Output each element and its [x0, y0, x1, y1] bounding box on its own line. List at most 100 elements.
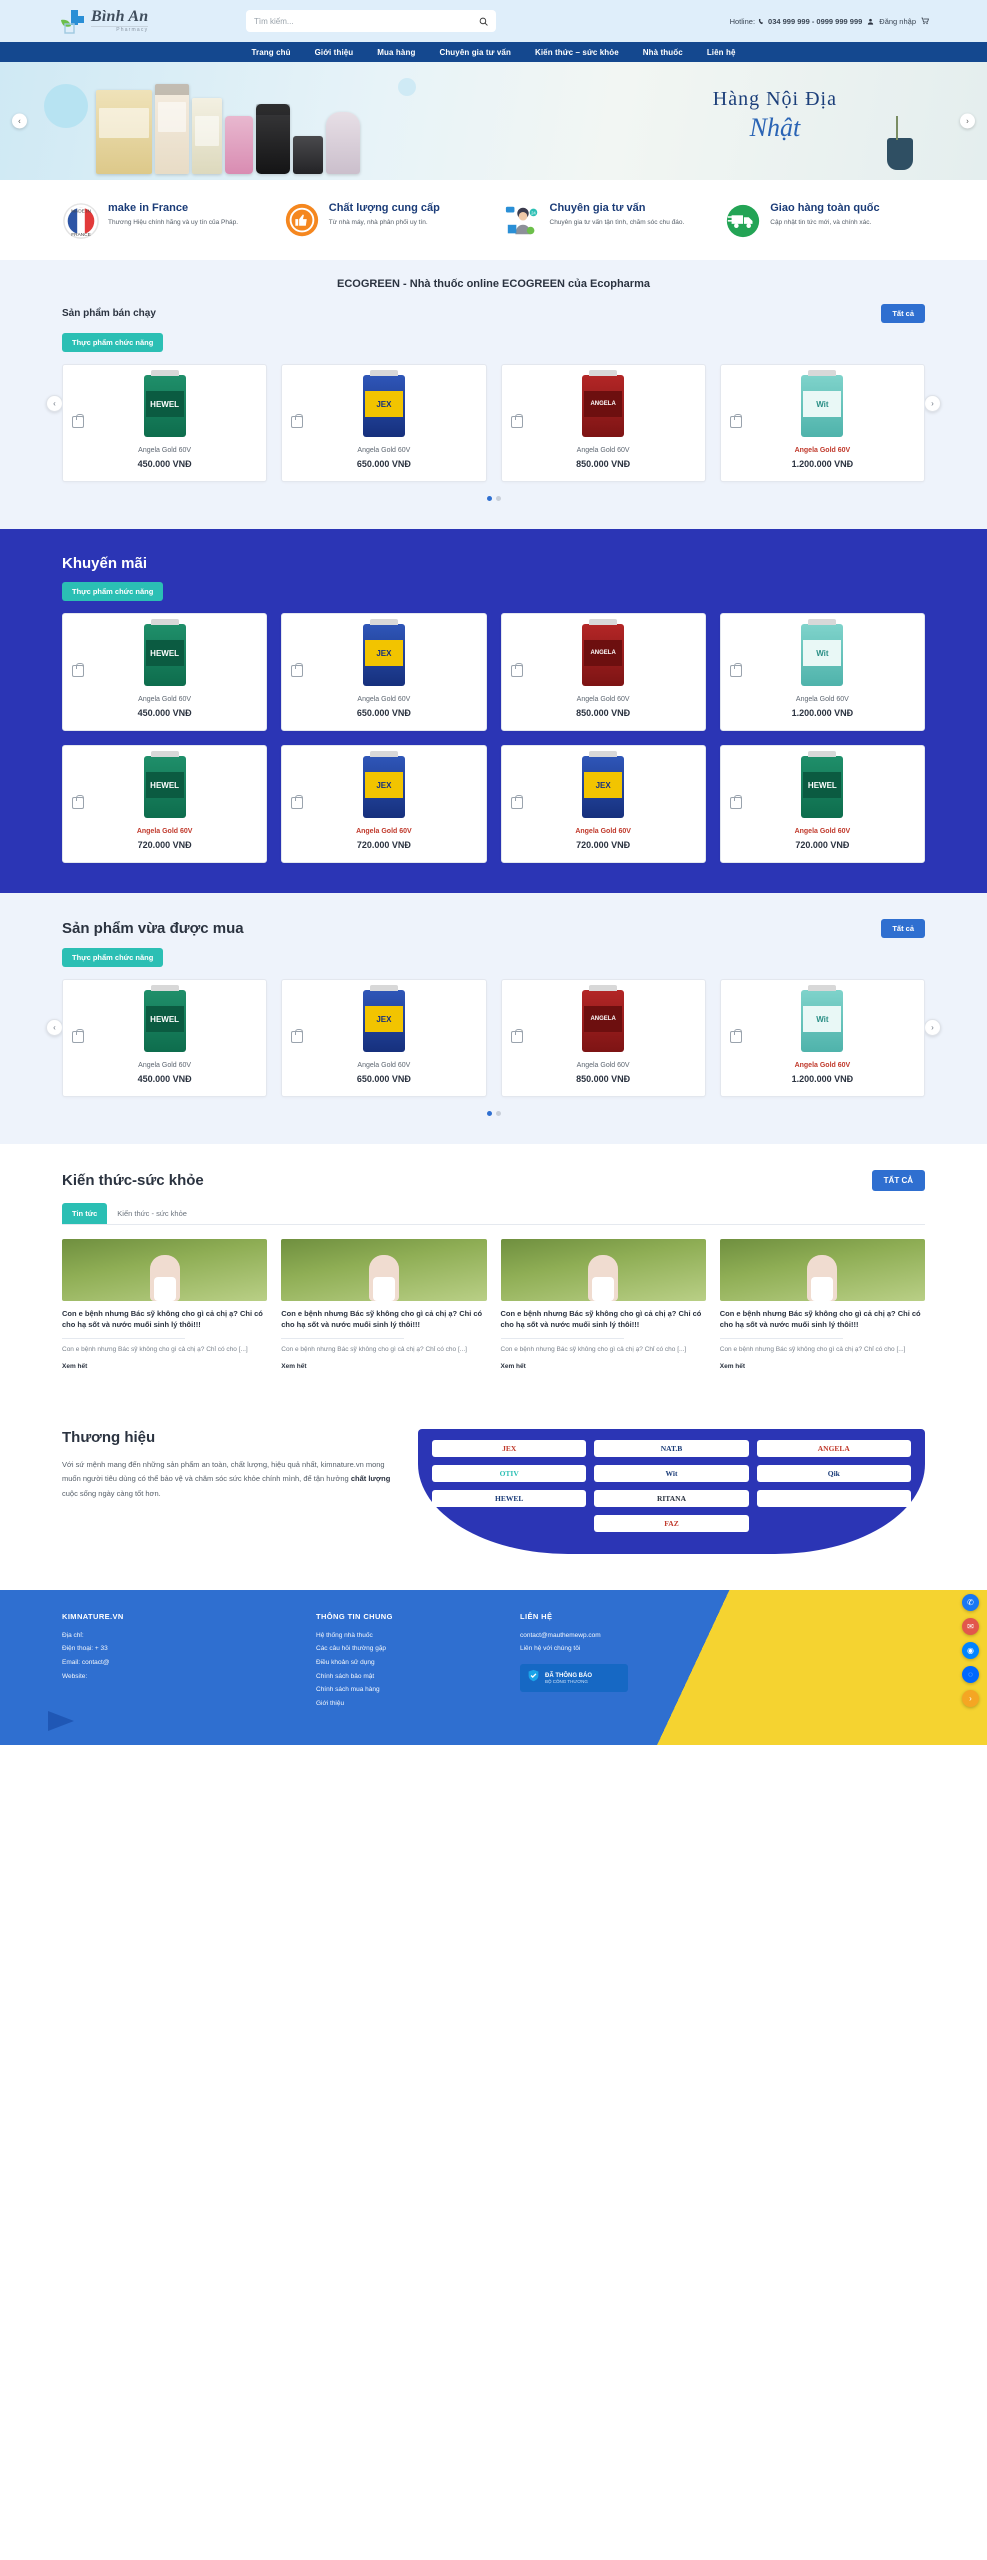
news-card[interactable]: Con e bệnh nhưng Bác sỹ không cho gì cả …: [500, 1239, 706, 1373]
brand-logo[interactable]: Wit: [594, 1464, 749, 1482]
category-chip-supplements[interactable]: Thực phẩm chức năng: [62, 333, 164, 352]
carousel-dot[interactable]: [495, 496, 501, 501]
product-card[interactable]: JEX Angela Gold 60V 650.000 VNĐ: [281, 613, 487, 731]
product-card[interactable]: ANGELA Angela Gold 60V 850.000 VNĐ: [500, 613, 706, 731]
recent-prev-button[interactable]: ‹: [46, 1018, 63, 1036]
add-to-cart-icon[interactable]: [72, 663, 84, 678]
add-to-cart-icon[interactable]: [729, 663, 742, 678]
footer-link[interactable]: Liên hệ với chúng tôi: [520, 1642, 925, 1656]
add-to-cart-icon[interactable]: [291, 663, 304, 678]
category-chip-supplements[interactable]: Thực phẩm chức năng: [62, 582, 164, 601]
view-all-button[interactable]: Tất cả: [881, 304, 925, 323]
nav-item-lien-he[interactable]: Liên hệ: [707, 48, 736, 57]
product-card[interactable]: HEWEL Angela Gold 60V 450.000 VNĐ: [62, 364, 268, 482]
add-to-cart-icon[interactable]: [291, 795, 304, 810]
nav-item-mua-hang[interactable]: Mua hàng: [377, 48, 415, 57]
add-to-cart-icon[interactable]: [72, 795, 84, 810]
product-card[interactable]: JEX Angela Gold 60V 650.000 VNĐ: [281, 364, 487, 482]
nav-item-kien-thuc-suc-khoe[interactable]: Kiến thức – sức khỏe: [535, 48, 619, 57]
news-card[interactable]: Con e bệnh nhưng Bác sỹ không cho gì cả …: [281, 1239, 487, 1373]
product-card[interactable]: ANGELA Angela Gold 60V 850.000 VNĐ: [500, 979, 706, 1097]
read-more-link[interactable]: Xem hết: [281, 1363, 306, 1370]
zalo-icon[interactable]: ◌: [962, 1665, 979, 1683]
search-icon[interactable]: [479, 17, 488, 26]
product-card[interactable]: JEX Angela Gold 60V 720.000 VNĐ: [500, 745, 706, 863]
hero-prev-button[interactable]: ‹: [12, 113, 27, 129]
category-chip-supplements[interactable]: Thực phẩm chức năng: [62, 948, 164, 967]
product-card[interactable]: ANGELA Angela Gold 60V 850.000 VNĐ: [500, 364, 706, 482]
news-card[interactable]: Con e bệnh nhưng Bác sỹ không cho gì cả …: [719, 1239, 925, 1373]
login-link[interactable]: Đăng nhập: [879, 17, 916, 26]
read-more-link[interactable]: Xem hết: [720, 1363, 745, 1370]
carousel-dot[interactable]: [486, 1111, 492, 1116]
brand-logo[interactable]: ANGELA: [756, 1439, 911, 1457]
brand-logo[interactable]: OTIV: [432, 1464, 587, 1482]
add-to-cart-icon[interactable]: [291, 414, 304, 429]
brand-logo[interactable]: RITANA: [594, 1489, 749, 1507]
add-to-cart-icon[interactable]: [510, 663, 523, 678]
product-card[interactable]: HEWEL Angela Gold 60V 450.000 VNĐ: [62, 613, 268, 731]
nav-item-trang-chu[interactable]: Trang chủ: [251, 48, 290, 57]
add-to-cart-icon[interactable]: [729, 414, 742, 429]
add-to-cart-icon[interactable]: [72, 1029, 84, 1044]
best-prev-button[interactable]: ‹: [46, 394, 63, 412]
hero-next-button[interactable]: ›: [960, 113, 975, 129]
tab-kien-thuc-suc-khoe[interactable]: Kiến thức - sức khỏe: [107, 1203, 197, 1224]
footer-link[interactable]: Giới thiệu: [316, 1697, 496, 1711]
brand-logo[interactable]: NAT.B: [594, 1439, 749, 1457]
footer-link[interactable]: Chính sách mua hàng: [316, 1683, 496, 1697]
bo-cong-thuong-badge[interactable]: ĐÃ THÔNG BÁO BỘ CÔNG THƯƠNG: [520, 1664, 628, 1693]
tab-tin-tuc[interactable]: Tin tức: [62, 1203, 108, 1224]
footer-link[interactable]: Hệ thống nhà thuốc: [316, 1629, 496, 1643]
logo-name: Bình An: [91, 8, 149, 25]
add-to-cart-icon[interactable]: [729, 1029, 742, 1044]
product-card[interactable]: JEX Angela Gold 60V 720.000 VNĐ: [281, 745, 487, 863]
read-more-link[interactable]: Xem hết: [501, 1363, 526, 1370]
product-card[interactable]: JEX Angela Gold 60V 650.000 VNĐ: [281, 979, 487, 1097]
email-icon[interactable]: ✉: [962, 1617, 979, 1635]
site-logo[interactable]: Bình An Pharmacy: [58, 7, 198, 35]
news-title: Con e bệnh nhưng Bác sỹ không cho gì cả …: [500, 1309, 702, 1329]
add-to-cart-icon[interactable]: [72, 414, 84, 429]
hotline[interactable]: Hotline: 034 999 999 - 0999 999 999: [730, 17, 863, 26]
brands-fan: JEX NAT.B ANGELA OTIV Wit Qik HEWEL RITA…: [418, 1428, 925, 1554]
recent-next-button[interactable]: ›: [924, 1018, 941, 1036]
nav-item-nha-thuoc[interactable]: Nhà thuốc: [643, 48, 683, 57]
nav-item-gioi-thieu[interactable]: Giới thiệu: [315, 48, 354, 57]
user-icon[interactable]: [867, 18, 874, 25]
brand-logo[interactable]: HEWEL: [432, 1489, 587, 1507]
product-card[interactable]: HEWEL Angela Gold 60V 450.000 VNĐ: [62, 979, 268, 1097]
add-to-cart-icon[interactable]: [729, 795, 742, 810]
add-to-cart-icon[interactable]: [510, 1029, 523, 1044]
read-more-link[interactable]: Xem hết: [62, 1363, 87, 1370]
footer-link[interactable]: Các câu hỏi thường gặp: [316, 1642, 496, 1656]
product-card[interactable]: HEWEL Angela Gold 60V 720.000 VNĐ: [719, 745, 925, 863]
add-to-cart-icon[interactable]: [291, 1029, 304, 1044]
cart-icon[interactable]: [921, 17, 930, 25]
product-card[interactable]: Wit Angela Gold 60V 1.200.000 VNĐ: [719, 613, 925, 731]
add-to-cart-icon[interactable]: [510, 795, 523, 810]
carousel-dot[interactable]: [495, 1111, 501, 1116]
search-bar[interactable]: [246, 10, 496, 32]
news-card[interactable]: Con e bệnh nhưng Bác sỹ không cho gì cả …: [62, 1239, 268, 1373]
add-to-cart-icon[interactable]: [510, 414, 523, 429]
brand-logo[interactable]: JEX: [432, 1439, 587, 1457]
scroll-to-top-icon[interactable]: ›: [962, 1689, 979, 1707]
brand-logo[interactable]: Qik: [756, 1464, 911, 1482]
best-next-button[interactable]: ›: [924, 394, 941, 412]
phone-icon[interactable]: ✆: [962, 1593, 979, 1611]
carousel-dot[interactable]: [486, 496, 492, 501]
brand-logo[interactable]: [756, 1489, 911, 1507]
product-card[interactable]: HEWEL Angela Gold 60V 720.000 VNĐ: [62, 745, 268, 863]
brand-logo[interactable]: FAZ: [594, 1514, 749, 1532]
footer-link[interactable]: Điều khoản sử dụng: [316, 1656, 496, 1670]
nav-item-chuyen-gia-tu-van[interactable]: Chuyên gia tư vấn: [439, 48, 511, 57]
footer-link[interactable]: Chính sách bảo mật: [316, 1670, 496, 1684]
view-all-button[interactable]: TẤT CẢ: [871, 1170, 925, 1191]
product-card[interactable]: Wit Angela Gold 60V 1.200.000 VNĐ: [719, 364, 925, 482]
view-all-button[interactable]: Tất cả: [881, 919, 925, 938]
product-card[interactable]: Wit Angela Gold 60V 1.200.000 VNĐ: [719, 979, 925, 1097]
footer-link[interactable]: contact@mauthemewp.com: [520, 1629, 925, 1643]
search-input[interactable]: [254, 16, 479, 26]
messenger-icon[interactable]: ◉: [962, 1641, 979, 1659]
